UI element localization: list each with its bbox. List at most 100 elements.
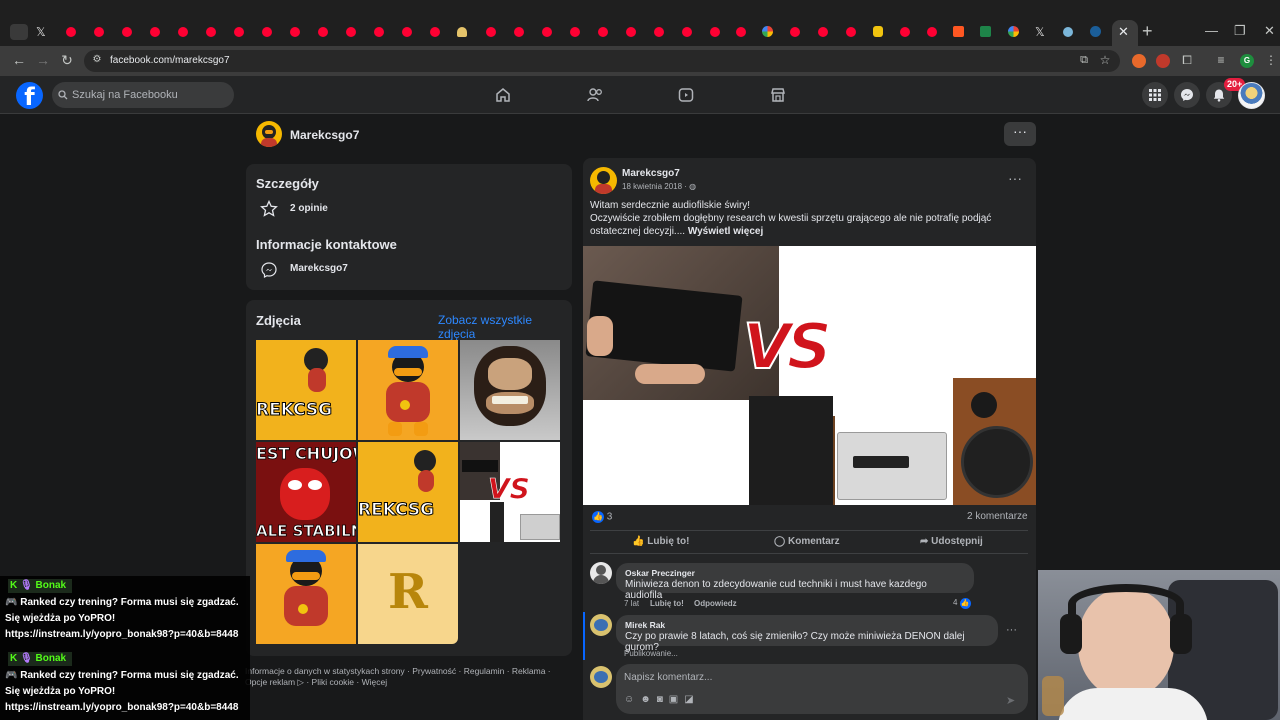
account-avatar[interactable] [1238, 82, 1265, 109]
post-author-avatar[interactable] [590, 167, 617, 194]
photo-tile-1[interactable]: REKCSG [256, 340, 356, 440]
avatar-sticker-icon[interactable]: ☺ [624, 694, 640, 705]
marketplace-icon[interactable] [769, 86, 787, 104]
close-tab-icon[interactable]: ✕ [1118, 24, 1129, 40]
green-tab-icon[interactable] [980, 26, 991, 37]
facebook-logo-icon[interactable]: f [16, 82, 43, 111]
minimize-icon[interactable]: — [1205, 23, 1218, 38]
url-text[interactable]: facebook.com/marekcsgo7 [110, 55, 230, 66]
youtube-tab-icon[interactable] [900, 27, 910, 37]
youtube-tab-icon[interactable] [514, 27, 524, 37]
profile-more-button[interactable]: ··· [1004, 122, 1036, 146]
youtube-tab-icon[interactable] [374, 27, 384, 37]
see-all-photos-link[interactable]: Zobacz wszystkie zdjęcia [438, 313, 572, 341]
search-input[interactable] [72, 82, 230, 108]
camera-icon[interactable]: ◙ [657, 694, 669, 705]
comment-reactions[interactable]: 4 👍 [953, 598, 971, 609]
extension-red-icon[interactable] [1156, 54, 1170, 68]
reaction-count[interactable]: 3 [607, 512, 613, 523]
x-tab-icon[interactable]: 𝕏 [36, 25, 52, 39]
youtube-tab-icon[interactable] [790, 27, 800, 37]
gif-icon[interactable]: ▣ [669, 694, 684, 705]
youtube-tab-icon[interactable] [94, 27, 104, 37]
youtube-tab-icon[interactable] [430, 27, 440, 37]
commenter-avatar[interactable] [590, 614, 612, 636]
messenger-contact-name[interactable]: Marekcsgo7 [290, 263, 348, 274]
blue-tab-icon[interactable] [1063, 27, 1073, 37]
youtube-tab-icon[interactable] [66, 27, 76, 37]
window-close-icon[interactable]: ✕ [1264, 23, 1275, 39]
youtube-tab-icon[interactable] [682, 27, 692, 37]
steam-tab-icon[interactable] [1090, 26, 1101, 37]
extensions-puzzle-icon[interactable]: ⧠ [1178, 51, 1196, 69]
extension-orange-icon[interactable] [1132, 54, 1146, 68]
youtube-tab-icon[interactable] [318, 27, 328, 37]
comment-author[interactable]: Oskar Preczinger [625, 568, 965, 578]
home-icon[interactable] [494, 86, 512, 104]
youtube-tab-icon[interactable] [290, 27, 300, 37]
photo-tile-2[interactable] [358, 340, 458, 440]
youtube-tab-icon[interactable] [206, 27, 216, 37]
send-icon[interactable]: ➤ [1006, 694, 1015, 707]
youtube-tab-icon[interactable] [818, 27, 828, 37]
forward-icon[interactable]: → [34, 51, 52, 69]
reviews-count[interactable]: 2 opinie [290, 203, 328, 214]
comment-more-button[interactable]: ··· [1006, 624, 1017, 636]
red-square-tab-icon[interactable] [953, 26, 964, 37]
restore-icon[interactable]: ❐ [1234, 23, 1246, 39]
youtube-tab-icon[interactable] [598, 27, 608, 37]
youtube-tab-icon[interactable] [486, 27, 496, 37]
profile-avatar[interactable] [256, 121, 282, 147]
photo-tile-4[interactable]: EST CHUJOW ALE STABILNI [256, 442, 356, 542]
install-app-icon[interactable]: ⧉ [1075, 51, 1093, 69]
profile-name[interactable]: Marekcsgo7 [290, 128, 359, 142]
comment-count[interactable]: 2 komentarze [967, 511, 1028, 522]
video-icon[interactable] [677, 86, 695, 104]
share-button[interactable]: ➦ Udostępnij [920, 536, 983, 547]
media-icon[interactable]: ≡ [1212, 51, 1230, 69]
youtube-tab-icon[interactable] [626, 27, 636, 37]
photo-tile-8[interactable]: R [358, 544, 458, 644]
youtube-tab-icon[interactable] [654, 27, 664, 37]
youtube-tab-icon[interactable] [234, 27, 244, 37]
youtube-tab-icon[interactable] [927, 27, 937, 37]
youtube-tab-icon[interactable] [150, 27, 160, 37]
post-more-button[interactable]: ··· [1008, 170, 1022, 186]
youtube-tab-icon[interactable] [542, 27, 552, 37]
youtube-tab-icon[interactable] [710, 27, 720, 37]
messenger-button[interactable] [1174, 82, 1200, 108]
youtube-tab-icon[interactable] [178, 27, 188, 37]
youtube-tab-icon[interactable] [346, 27, 356, 37]
tab-search-button[interactable] [10, 24, 28, 40]
avatar-tab-icon[interactable] [457, 27, 467, 37]
commenter-avatar[interactable] [590, 562, 612, 584]
comment-button[interactable]: ◯ Komentarz [774, 536, 840, 547]
google-tab-icon[interactable] [762, 26, 773, 37]
photo-tile-5[interactable]: REKCSG [358, 442, 458, 542]
comment-reply-button[interactable]: Odpowiedz [694, 599, 737, 608]
sticker-icon[interactable]: ◪ [684, 694, 699, 705]
footer-line-1[interactable]: Informacje o danych w statystykach stron… [245, 666, 575, 677]
youtube-tab-icon[interactable] [570, 27, 580, 37]
reload-icon[interactable]: ↻ [58, 51, 76, 69]
emoji-icon[interactable]: ☻ [640, 694, 657, 705]
comment-author[interactable]: Mirek Rak [625, 620, 989, 630]
menu-grid-button[interactable] [1142, 82, 1168, 108]
comment-like-button[interactable]: Lubię to! [650, 599, 684, 608]
new-tab-button[interactable]: + [1142, 21, 1153, 42]
post-image[interactable]: VS [583, 246, 1036, 505]
comment-input[interactable] [624, 670, 1004, 684]
site-info-icon[interactable]: ⚙ [88, 51, 106, 69]
reactions-summary[interactable]: 👍 3 [592, 511, 612, 523]
comment-time[interactable]: 7 lat [624, 599, 639, 608]
google-tab-icon[interactable] [1008, 26, 1019, 37]
post-date-text[interactable]: 18 kwietnia 2018 · [622, 182, 687, 191]
post-date[interactable]: 18 kwietnia 2018 · ◍ [622, 182, 696, 191]
address-bar[interactable] [84, 50, 1120, 72]
like-button[interactable]: 👍 Lubię to! [632, 536, 689, 547]
youtube-tab-icon[interactable] [736, 27, 746, 37]
bookmark-star-icon[interactable]: ☆ [1096, 51, 1114, 69]
footer-links[interactable]: Informacje o danych w statystykach stron… [245, 666, 575, 688]
youtube-tab-icon[interactable] [122, 27, 132, 37]
photo-tile-6[interactable]: VS [460, 442, 560, 542]
